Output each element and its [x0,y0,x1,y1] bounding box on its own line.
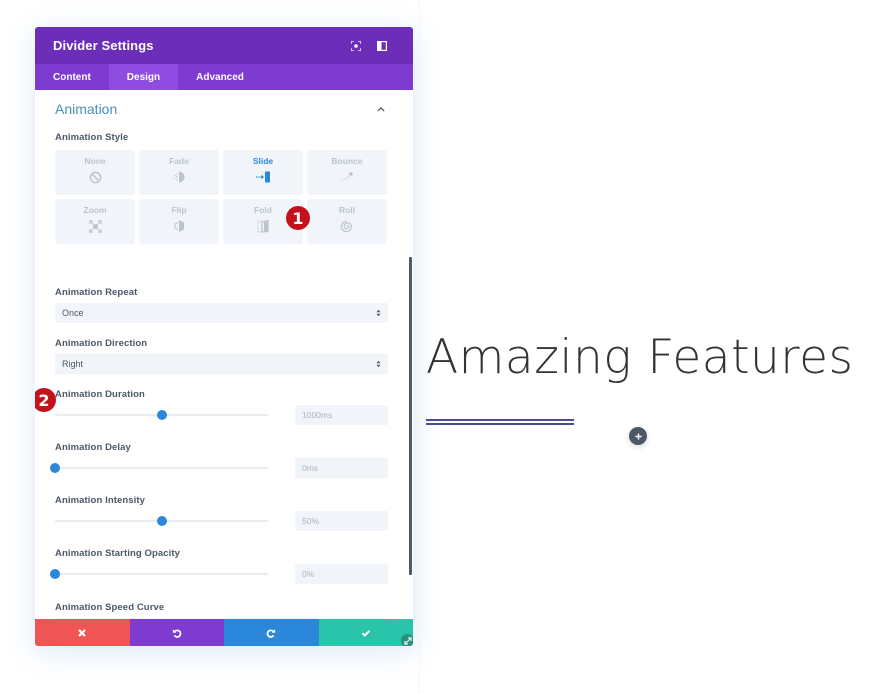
none-icon [87,169,103,185]
option-label: Bounce [331,156,363,166]
annotation-badge-1: 1 [286,206,310,230]
tab-advanced[interactable]: Advanced [178,64,262,90]
animation-intensity-input[interactable]: 50% [295,511,388,531]
animation-intensity-slider[interactable] [55,516,268,526]
select-arrows-icon [375,308,381,318]
animation-repeat-field: Animation Repeat Once [55,287,388,323]
undo-icon [172,628,182,638]
panel-scrollbar[interactable] [409,257,412,575]
animation-speed-curve-label: Animation Speed Curve [55,602,165,613]
option-label: Zoom [83,205,107,215]
option-label: Fold [254,205,272,215]
option-label: Slide [252,156,274,166]
animation-duration-slider[interactable] [55,410,268,420]
roll-icon [339,218,355,234]
animation-delay-label: Animation Delay [55,442,131,453]
animation-repeat-label: Animation Repeat [55,287,138,298]
tab-bar: Content Design Advanced [35,64,413,90]
style-option-roll[interactable]: Roll [307,199,387,244]
panel-header: Divider Settings [35,27,413,64]
animation-opacity-slider[interactable] [50,569,268,579]
animation-direction-select[interactable]: Right [55,354,388,374]
animation-opacity-label: Animation Starting Opacity [55,548,181,559]
slider-thumb[interactable] [50,463,60,473]
select-value: Once [62,308,84,318]
animation-delay-input[interactable]: 0ms [295,458,388,478]
animation-duration-field: Animation Duration 1000ms [55,389,388,425]
style-option-bounce[interactable]: Bounce [307,150,387,195]
option-label: Flip [171,205,187,215]
panel-body: Animation Animation Style None Fade Slid… [35,90,413,619]
resize-icon [403,636,412,645]
save-button[interactable] [318,619,413,646]
resize-handle[interactable] [401,634,413,646]
select-arrows-icon [375,359,381,369]
animation-direction-label: Animation Direction [55,338,148,349]
tab-design[interactable]: Design [108,64,179,90]
annotation-badge-2: 2 [35,388,56,412]
animation-style-label: Animation Style [55,132,129,143]
close-icon [78,628,87,637]
style-option-zoom[interactable]: Zoom [55,199,135,244]
animation-duration-input[interactable]: 1000ms [295,405,388,425]
slide-icon [255,169,271,185]
panel-title: Divider Settings [53,38,154,53]
animation-direction-field: Animation Direction Right [55,338,388,374]
slider-thumb[interactable] [50,569,60,579]
animation-speed-curve-field: Animation Speed Curve Ease-In-Out [55,602,388,619]
option-label: Fade [169,156,189,166]
style-option-flip[interactable]: Flip [139,199,219,244]
panel-footer [35,619,413,646]
chevron-up-icon[interactable] [376,104,386,114]
divider-module[interactable] [426,419,574,425]
select-value: Right [62,359,84,369]
option-label: Roll [338,205,356,215]
undo-button[interactable] [129,619,224,646]
style-option-slide[interactable]: Slide [223,150,303,195]
plus-icon [634,432,642,440]
fade-icon [171,169,187,185]
redo-icon [266,628,276,638]
animation-duration-label: Animation Duration [55,389,145,400]
zoom-icon [87,218,103,234]
animation-intensity-field: Animation Intensity 50% [55,495,388,531]
page-heading[interactable]: Amazing Features [426,330,854,385]
flip-icon [171,218,187,234]
animation-intensity-label: Animation Intensity [55,495,146,506]
redo-button[interactable] [224,619,319,646]
animation-opacity-field: Animation Starting Opacity 0% [50,548,388,584]
animation-delay-field: Animation Delay 0ms [50,442,388,478]
focus-icon[interactable] [343,36,369,56]
split-view-icon[interactable] [369,36,395,56]
slider-thumb[interactable] [156,410,167,420]
canvas-edge [419,0,420,694]
fold-icon [255,218,271,234]
animation-opacity-input[interactable]: 0% [295,564,388,584]
slider-thumb[interactable] [156,516,167,526]
option-label: None [84,156,106,166]
add-module-button[interactable] [629,427,647,445]
style-option-none[interactable]: None [55,150,135,195]
animation-delay-slider[interactable] [50,463,268,473]
tab-content[interactable]: Content [35,64,109,90]
divider-settings-panel: Divider Settings Content Design Advanced… [35,27,413,646]
animation-style-grid: None Fade Slide Bounce Zoom Flip Fold Ro… [55,150,388,244]
cancel-button[interactable] [35,619,130,646]
animation-repeat-select[interactable]: Once [55,303,388,323]
section-title: Animation [55,101,118,117]
style-option-fade[interactable]: Fade [139,150,219,195]
check-icon [361,629,370,637]
bounce-icon [339,169,355,185]
section-toggle-animation[interactable]: Animation [55,90,388,128]
